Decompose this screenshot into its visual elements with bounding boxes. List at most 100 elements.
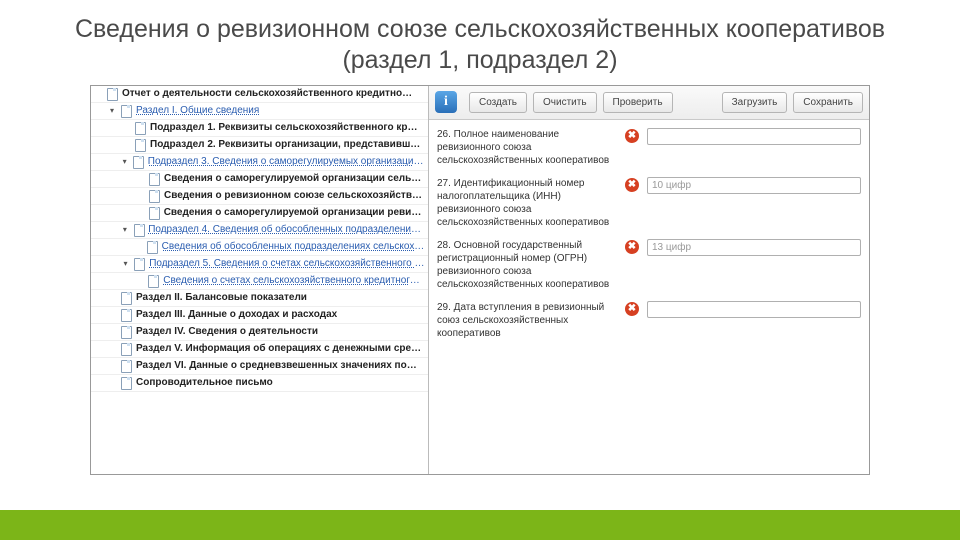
tree-toggle-icon: [119, 121, 133, 135]
tree-toggle-icon: [91, 87, 105, 101]
error-icon[interactable]: ✖: [625, 129, 639, 143]
tree-toggle-icon: [105, 308, 119, 322]
tree-toggle-icon: [119, 138, 133, 152]
tree-label[interactable]: Подраздел 3. Сведения о саморегулируемых…: [148, 156, 425, 167]
footer-bar: [0, 510, 960, 540]
tree-label[interactable]: Подраздел 1. Реквизиты сельскохозяйствен…: [150, 122, 417, 133]
error-icon[interactable]: ✖: [625, 302, 639, 316]
tree-label[interactable]: Раздел III. Данные о доходах и расходах: [136, 309, 337, 320]
tree-row[interactable]: ▾ Подраздел 3. Сведения о саморегулируемы…: [91, 154, 428, 171]
document-icon: [119, 291, 133, 305]
tree-toggle-icon[interactable]: ▾: [118, 155, 131, 169]
save-button[interactable]: Сохранить: [793, 92, 863, 113]
tree-label[interactable]: Сопроводительное письмо: [136, 377, 273, 388]
tree-toggle-icon: [105, 376, 119, 390]
tree-label[interactable]: Сведения о саморегулируемой организации …: [164, 207, 425, 218]
tree-toggle-icon: [132, 240, 146, 254]
form-area: 26. Полное наименование ревизионного сою…: [429, 120, 869, 348]
form-row: 29. Дата вступления в ревизионный союз с…: [437, 301, 861, 340]
tree-label[interactable]: Отчет о деятельности сельскохозяйственно…: [122, 88, 412, 99]
tree-toggle-icon: [105, 325, 119, 339]
document-icon: [146, 274, 160, 288]
load-button[interactable]: Загрузить: [722, 92, 788, 113]
tree-toggle-icon: [105, 342, 119, 356]
document-icon: [119, 308, 133, 322]
tree-row[interactable]: Сведения о счетах сельскохозяйственного …: [91, 273, 428, 290]
document-icon: [119, 104, 133, 118]
document-icon: [119, 325, 133, 339]
tree-row[interactable]: ▾ Подраздел 4. Сведения об обособленных п…: [91, 222, 428, 239]
tree-row[interactable]: Сведения об обособленных подразделениях …: [91, 239, 428, 256]
tree-label[interactable]: Раздел VI. Данные о средневзвешенных зна…: [136, 360, 417, 371]
tree-row[interactable]: Подраздел 1. Реквизиты сельскохозяйствен…: [91, 120, 428, 137]
clear-button[interactable]: Очистить: [533, 92, 597, 113]
document-icon: [147, 189, 161, 203]
tree-label[interactable]: Раздел V. Информация об операциях с дене…: [136, 343, 421, 354]
tree-toggle-icon[interactable]: ▾: [119, 257, 133, 271]
tree-label[interactable]: Сведения о ревизионном союзе сельскохозя…: [164, 190, 422, 201]
tree-toggle-icon: [105, 359, 119, 373]
create-button[interactable]: Создать: [469, 92, 527, 113]
document-icon: [147, 206, 161, 220]
tree-row[interactable]: Сопроводительное письмо: [91, 375, 428, 392]
slide-title: Сведения о ревизионном союзе сельскохозя…: [0, 0, 960, 85]
field-label: 28. Основной государственный регистрацио…: [437, 239, 617, 291]
document-icon: [132, 223, 146, 237]
tree-toggle-icon: [133, 274, 147, 288]
field-label: 27. Идентификационный номер налогоплател…: [437, 177, 617, 229]
right-panel: i Создать Очистить Проверить Загрузить С…: [429, 86, 869, 474]
tree-row[interactable]: Подраздел 2. Реквизиты организации, пред…: [91, 137, 428, 154]
info-icon[interactable]: i: [435, 91, 457, 113]
tree-row[interactable]: ▾ Подраздел 5. Сведения о счетах сельскох…: [91, 256, 428, 273]
document-icon: [105, 87, 119, 101]
tree-label[interactable]: Раздел I. Общие сведения: [136, 105, 259, 116]
document-icon: [119, 376, 133, 390]
tree-label[interactable]: Подраздел 4. Сведения об обособленных по…: [148, 224, 425, 235]
document-icon: [133, 121, 147, 135]
form-row: 27. Идентификационный номер налогоплател…: [437, 177, 861, 229]
tree-toggle-icon: [133, 172, 147, 186]
tree-label[interactable]: Подраздел 5. Сведения о счетах сельскохо…: [149, 258, 425, 269]
tree-label[interactable]: Раздел IV. Сведения о деятельности: [136, 326, 318, 337]
field-input[interactable]: [647, 128, 861, 145]
tree-label[interactable]: Сведения о счетах сельскохозяйственного …: [163, 275, 425, 286]
document-icon: [147, 172, 161, 186]
tree-toggle-icon[interactable]: ▾: [118, 223, 132, 237]
document-icon: [132, 257, 146, 271]
tree-toggle-icon: [133, 189, 147, 203]
tree-toggle-icon: [133, 206, 147, 220]
tree-row[interactable]: Сведения о ревизионном союзе сельскохозя…: [91, 188, 428, 205]
error-icon[interactable]: ✖: [625, 178, 639, 192]
tree-label[interactable]: Раздел II. Балансовые показатели: [136, 292, 307, 303]
tree-row[interactable]: Раздел V. Информация об операциях с дене…: [91, 341, 428, 358]
document-icon: [145, 240, 159, 254]
tree-label[interactable]: Сведения об обособленных подразделениях …: [162, 241, 425, 252]
error-icon[interactable]: ✖: [625, 240, 639, 254]
tree-panel: Отчет о деятельности сельскохозяйственно…: [91, 86, 429, 474]
tree-row[interactable]: Сведения о саморегулируемой организации …: [91, 205, 428, 222]
tree-row[interactable]: Раздел II. Балансовые показатели: [91, 290, 428, 307]
field-label: 26. Полное наименование ревизионного сою…: [437, 128, 617, 167]
document-icon: [131, 155, 144, 169]
field-label: 29. Дата вступления в ревизионный союз с…: [437, 301, 617, 340]
document-icon: [133, 138, 147, 152]
document-icon: [119, 359, 133, 373]
form-row: 26. Полное наименование ревизионного сою…: [437, 128, 861, 167]
tree-row[interactable]: Раздел III. Данные о доходах и расходах: [91, 307, 428, 324]
tree-row[interactable]: Раздел VI. Данные о средневзвешенных зна…: [91, 358, 428, 375]
field-input[interactable]: [647, 301, 861, 318]
tree-row[interactable]: Отчет о деятельности сельскохозяйственно…: [91, 86, 428, 103]
check-button[interactable]: Проверить: [603, 92, 673, 113]
tree-label[interactable]: Подраздел 2. Реквизиты организации, пред…: [150, 139, 420, 150]
tree-label[interactable]: Сведения о саморегулируемой организации …: [164, 173, 421, 184]
form-row: 28. Основной государственный регистрацио…: [437, 239, 861, 291]
tree-row[interactable]: Сведения о саморегулируемой организации …: [91, 171, 428, 188]
document-icon: [119, 342, 133, 356]
toolbar: i Создать Очистить Проверить Загрузить С…: [429, 86, 869, 120]
field-input[interactable]: [647, 177, 861, 194]
field-input[interactable]: [647, 239, 861, 256]
tree-toggle-icon[interactable]: ▾: [105, 104, 119, 118]
tree-row[interactable]: ▾ Раздел I. Общие сведения: [91, 103, 428, 120]
app-frame: Отчет о деятельности сельскохозяйственно…: [90, 85, 870, 475]
tree-row[interactable]: Раздел IV. Сведения о деятельности: [91, 324, 428, 341]
